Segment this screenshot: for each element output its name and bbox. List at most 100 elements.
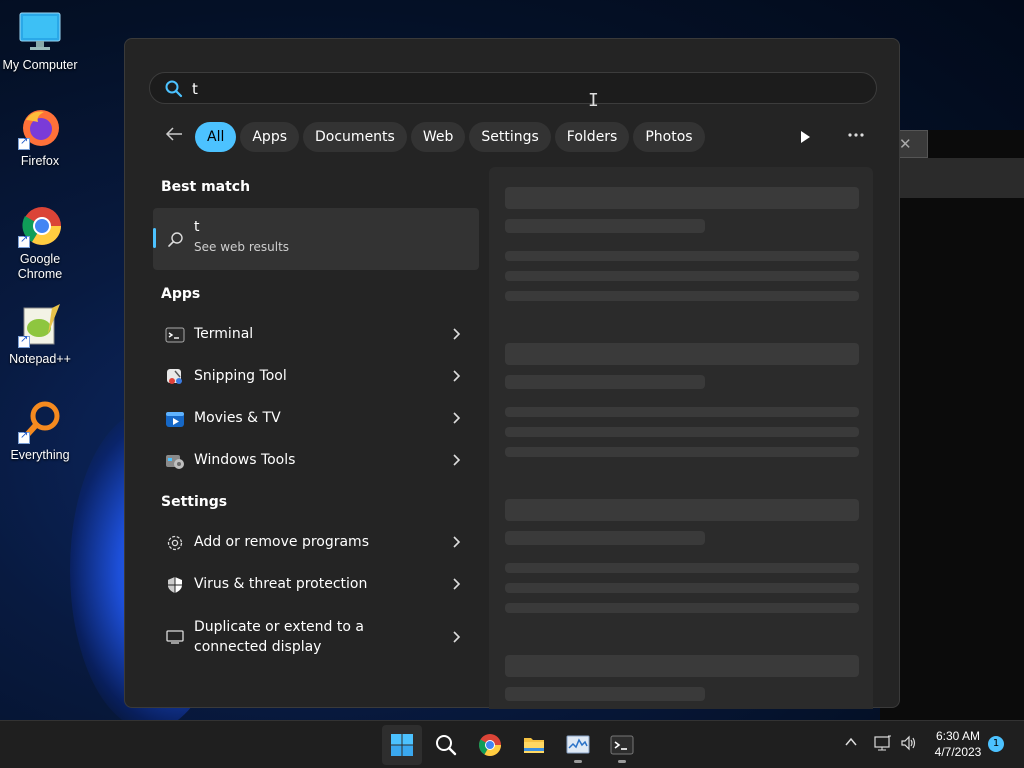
taskbar-file-explorer[interactable] [514, 725, 554, 765]
desktop-icon-google-chrome[interactable]: Google Chrome [0, 204, 80, 282]
settings-result-duplicate-extend-display[interactable]: Duplicate or extend to a connected displ… [153, 611, 479, 663]
loading-skeleton [505, 563, 859, 573]
background-window[interactable]: ✕ [880, 130, 1024, 720]
loading-skeleton [505, 375, 705, 389]
folder-icon [524, 738, 544, 753]
settings-result-label: Duplicate or extend to a connected displ… [194, 619, 364, 655]
terminal-icon [165, 325, 185, 345]
shortcut-arrow-icon [18, 430, 30, 444]
back-arrow-icon [165, 127, 182, 141]
filter-apps[interactable]: Apps [240, 122, 300, 152]
app-result-label: Snipping Tool [194, 368, 287, 384]
chevron-right-icon[interactable] [451, 575, 463, 593]
show-hidden-icons-button[interactable] [844, 735, 858, 753]
taskbar: 6:30 AM 4/7/2023 1 [0, 720, 1024, 768]
more-options-button[interactable] [841, 123, 871, 147]
chevron-right-icon[interactable] [451, 451, 463, 469]
filter-web[interactable]: Web [410, 122, 466, 152]
chevron-right-icon[interactable] [451, 409, 463, 427]
web-search-icon [167, 230, 185, 248]
back-arrow-button[interactable] [161, 124, 187, 150]
shield-icon [165, 575, 185, 595]
speaker-icon [901, 735, 916, 751]
running-indicator [574, 760, 582, 763]
best-match-item[interactable]: t See web results [153, 208, 479, 270]
loading-skeleton [505, 499, 859, 521]
settings-result-label: Virus & threat protection [194, 576, 368, 592]
clock-time: 6:30 AM [935, 729, 981, 743]
settings-result-virus-threat-protection[interactable]: Virus & threat protection [153, 565, 479, 605]
chevron-right-icon[interactable] [451, 628, 463, 646]
app-result-label: Windows Tools [194, 452, 296, 468]
app-result-snipping-tool[interactable]: Snipping Tool [153, 357, 479, 397]
app-result-terminal[interactable]: Terminal [153, 315, 479, 355]
filter-settings[interactable]: Settings [469, 122, 551, 152]
loading-skeleton [505, 583, 859, 593]
start-search-panel: All Apps Documents Web Settings Folders … [124, 38, 900, 709]
filter-documents[interactable]: Documents [303, 122, 407, 152]
loading-skeleton [505, 291, 859, 301]
chrome-icon [479, 734, 501, 756]
loading-skeleton [505, 407, 859, 417]
performance-monitor-icon [566, 735, 590, 754]
best-match-subtitle: See web results [194, 240, 290, 254]
search-icon [164, 79, 184, 99]
movies-tv-icon [165, 409, 185, 429]
search-box[interactable] [149, 72, 877, 104]
desktop-icon-label: My Computer [2, 58, 78, 72]
loading-skeleton [505, 655, 859, 677]
desktop-icon-notepad-plus-plus[interactable]: Notepad++ [0, 304, 80, 367]
settings-result-add-remove-programs[interactable]: Add or remove programs [153, 523, 479, 563]
filter-all[interactable]: All [195, 122, 237, 152]
desktop-icon-everything[interactable]: Everything [0, 400, 80, 463]
app-result-windows-tools[interactable]: Windows Tools [153, 441, 479, 481]
loading-skeleton [505, 251, 859, 261]
chevron-right-icon[interactable] [451, 325, 463, 343]
search-icon [436, 735, 457, 756]
desktop-icon-firefox[interactable]: Firefox [0, 106, 80, 169]
chevron-right-icon[interactable] [451, 367, 463, 385]
search-input[interactable] [192, 77, 852, 101]
display-icon [165, 627, 185, 647]
start-button[interactable] [382, 725, 422, 765]
settings-heading: Settings [161, 494, 228, 510]
loading-skeleton [505, 531, 705, 545]
terminal-icon [610, 735, 634, 755]
apps-heading: Apps [161, 286, 201, 302]
taskbar-search-button[interactable] [426, 725, 466, 765]
notification-badge[interactable]: 1 [988, 736, 1004, 752]
volume-button[interactable] [900, 735, 918, 755]
filter-folders[interactable]: Folders [554, 122, 630, 152]
selection-indicator [153, 228, 156, 248]
filter-photos[interactable]: Photos [633, 122, 705, 152]
app-result-movies-tv[interactable]: Movies & TV [153, 399, 479, 439]
chrome-icon [18, 204, 62, 248]
taskbar-resource-monitor[interactable] [558, 725, 598, 765]
desktop-icon-label: Everything [10, 448, 70, 462]
loading-skeleton [505, 219, 705, 233]
chevron-up-icon [845, 737, 857, 746]
loading-skeleton [505, 427, 859, 437]
loading-skeleton [505, 343, 859, 365]
desktop-icon-label: Firefox [20, 154, 60, 168]
loading-skeleton [505, 447, 859, 457]
app-result-label: Terminal [194, 326, 254, 342]
taskbar-chrome[interactable] [470, 725, 510, 765]
shortcut-arrow-icon [18, 334, 30, 348]
notepad-plus-plus-icon [18, 304, 62, 348]
everything-search-icon [18, 400, 62, 444]
network-button[interactable] [874, 735, 892, 755]
text-cursor-icon: I [588, 90, 599, 111]
shortcut-arrow-icon [18, 136, 30, 150]
loading-skeleton [505, 687, 705, 701]
chevron-right-icon[interactable] [451, 533, 463, 551]
more-filters-play-button[interactable] [793, 125, 817, 149]
background-window-toolbar [880, 158, 1024, 198]
taskbar-terminal[interactable] [602, 725, 642, 765]
loading-skeleton [505, 187, 859, 209]
clock-date: 4/7/2023 [934, 745, 982, 759]
monitor-icon [18, 10, 62, 54]
clock[interactable]: 6:30 AM 4/7/2023 [926, 728, 990, 760]
gear-icon [165, 533, 185, 553]
desktop-icon-my-computer[interactable]: My Computer [0, 10, 80, 73]
